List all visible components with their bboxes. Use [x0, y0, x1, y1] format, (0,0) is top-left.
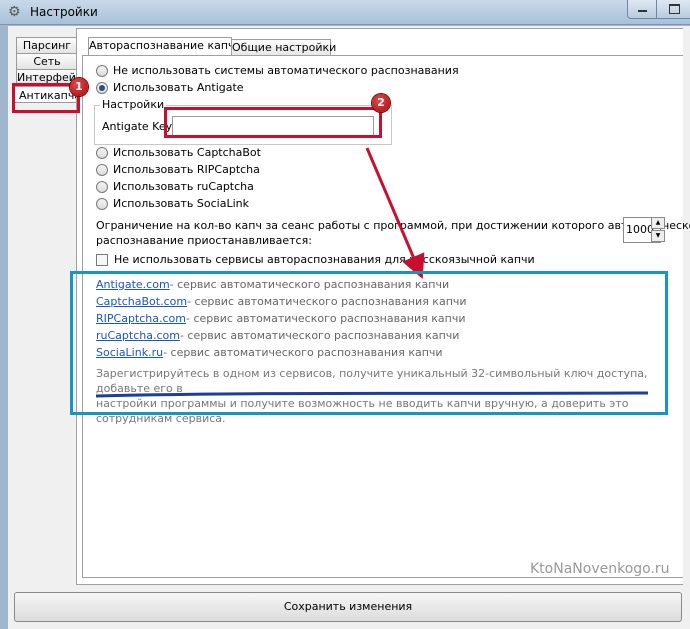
annotation-badge-2: 2 — [372, 94, 390, 112]
highlight-key-input — [164, 107, 382, 138]
annotation-arrow — [365, 147, 425, 280]
watermark: KtoNaNovenkogo.ru — [530, 561, 670, 577]
annotation-badge-1: 1 — [70, 78, 88, 96]
save-changes-button[interactable]: Сохранить изменения — [14, 592, 682, 622]
services-highlight-box — [70, 271, 668, 415]
